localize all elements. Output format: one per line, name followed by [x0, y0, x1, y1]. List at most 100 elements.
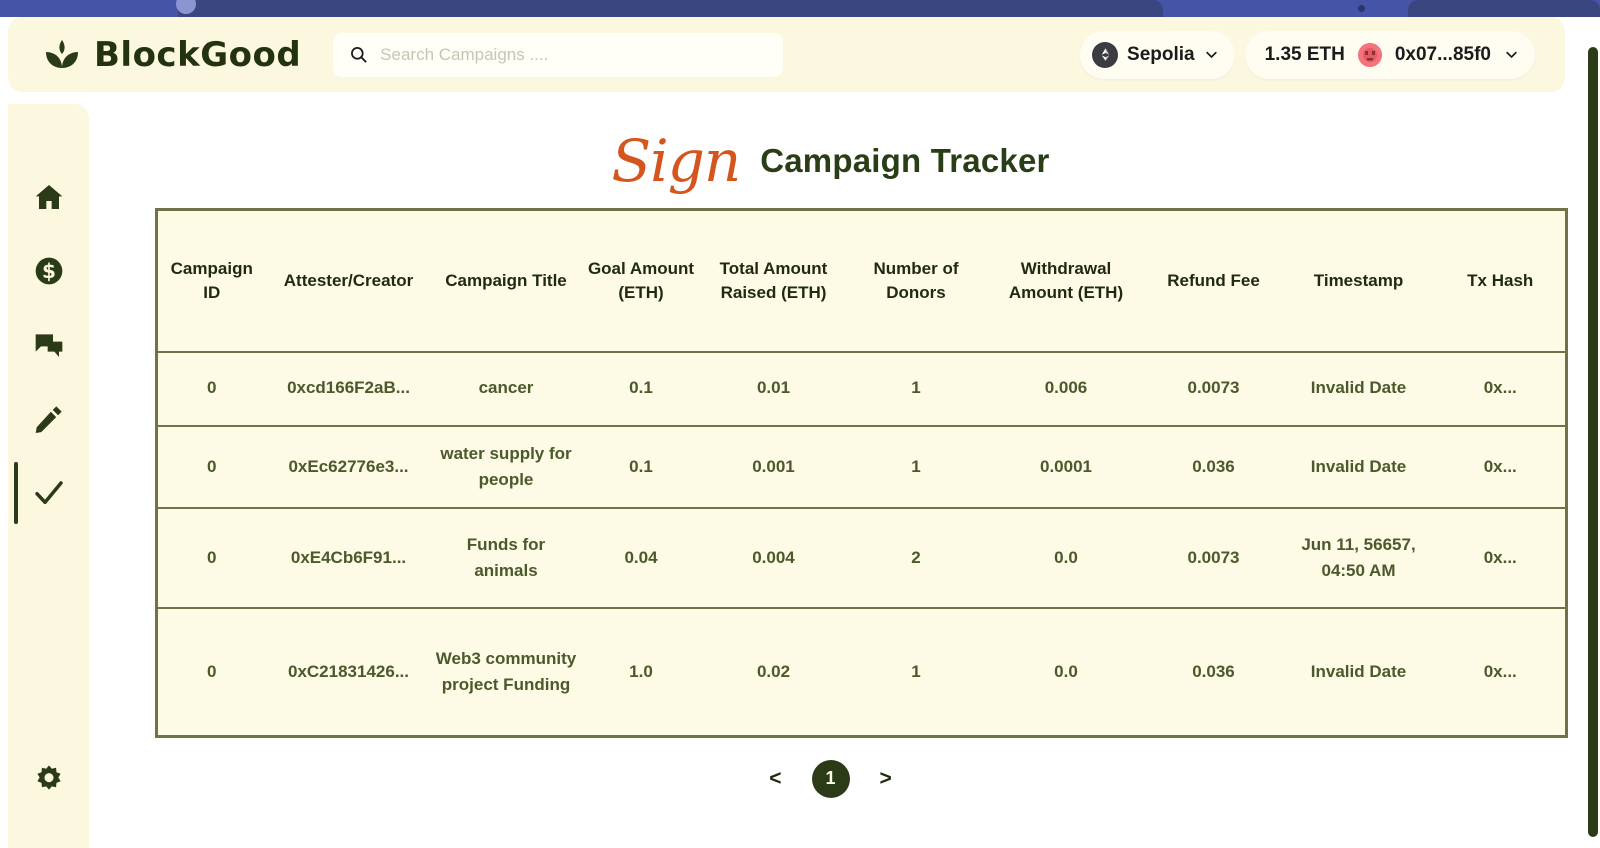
cell-donors: 1	[911, 661, 921, 681]
chevron-down-icon	[1506, 51, 1517, 58]
cell-withdrawal: 0.006	[986, 351, 1146, 427]
cell-tx-hash[interactable]: 0x...	[1436, 351, 1566, 427]
column-header-tx-hash[interactable]: Tx Hash	[1436, 209, 1566, 353]
dollar-circle-icon: $	[35, 257, 62, 285]
brand[interactable]: BlockGood	[42, 35, 301, 75]
column-header-donors[interactable]: Number of Donors	[846, 209, 986, 353]
wallet-info[interactable]: 1.35 ETH 0x07...85f0	[1244, 30, 1535, 79]
page-header: Sign Campaign Tracker	[89, 128, 1572, 194]
cell-campaign-id: 0	[156, 351, 266, 427]
table-row[interactable]: 0 0xC21831426... Web3 community project …	[156, 608, 1566, 736]
browser-tab-active[interactable]	[178, 0, 1163, 17]
network-selector[interactable]: Sepolia	[1080, 30, 1235, 79]
cell-timestamp: Invalid Date	[1310, 661, 1407, 681]
ethereum-icon	[1092, 41, 1119, 68]
cell-refund-fee: 0.036	[1146, 425, 1281, 510]
svg-text:$: $	[42, 259, 56, 283]
column-header-campaign-id[interactable]: Campaign ID	[156, 209, 266, 353]
cell-tx-hash[interactable]: 0x...	[1436, 425, 1566, 510]
sidebar-item-settings[interactable]	[8, 742, 89, 816]
app-header: BlockGood Sepolia	[8, 17, 1565, 92]
search-input[interactable]	[380, 44, 768, 65]
table-row[interactable]: 0 0xEc62776e3... water supply for people…	[156, 425, 1566, 510]
sidebar-item-verified[interactable]	[8, 456, 89, 530]
sidebar-item-create[interactable]	[8, 382, 89, 456]
cell-total-raised: 0.004	[701, 508, 846, 610]
cell-timestamp: Jun 11, 56657, 04:50 AM	[1281, 508, 1436, 610]
cell-total-raised: 0.01	[701, 351, 846, 427]
app-root: BlockGood Sepolia	[0, 0, 1600, 848]
cell-timestamp: Invalid Date	[1281, 425, 1436, 510]
main-content: Sign Campaign Tracker Campaign ID Attest…	[89, 104, 1572, 848]
pagination-next-button[interactable]: >	[872, 763, 900, 795]
cell-goal-amount: 0.04	[581, 508, 701, 610]
browser-chrome-dot	[1358, 5, 1365, 12]
cell-timestamp: Invalid Date	[1281, 351, 1436, 427]
table-row[interactable]: 0 0xcd166F2aB... cancer 0.1 0.01 1 0.006…	[156, 351, 1566, 427]
cell-attester: 0xC21831426...	[288, 661, 409, 681]
browser-chrome-bar	[0, 0, 1600, 17]
cell-withdrawal: 0.0	[1054, 661, 1078, 681]
column-header-campaign-title[interactable]: Campaign Title	[431, 209, 581, 353]
vertical-scrollbar-thumb[interactable]	[1588, 47, 1598, 837]
cell-campaign-title: water supply for people	[431, 425, 581, 510]
pagination-prev-button[interactable]: <	[761, 763, 789, 795]
campaign-tracker-table: Campaign ID Attester/Creator Campaign Ti…	[154, 208, 1568, 738]
cell-refund-fee: 0.0073	[1146, 508, 1281, 610]
sidebar-item-donations[interactable]: $	[8, 234, 89, 308]
cell-refund-fee: 0.036	[1192, 661, 1235, 681]
sprout-leaf-icon	[46, 39, 78, 68]
chevron-down-icon	[1205, 51, 1217, 58]
vertical-scrollbar-track[interactable]	[1586, 17, 1600, 848]
cell-refund-fee: 0.0073	[1146, 351, 1281, 427]
table-row[interactable]: 0 0xE4Cb6F91... Funds for animals 0.04 0…	[156, 508, 1566, 610]
cell-donors: 1	[846, 425, 986, 510]
cell-attester: 0xE4Cb6F91...	[266, 508, 431, 610]
column-header-withdrawal[interactable]: Withdrawal Amount (ETH)	[986, 209, 1146, 353]
cell-campaign-id: 0	[156, 508, 266, 610]
cell-tx-hash[interactable]: 0x...	[1436, 608, 1566, 736]
cell-total-raised: 0.02	[756, 661, 791, 681]
cell-attester: 0xEc62776e3...	[266, 425, 431, 510]
wallet-balance: 1.35 ETH	[1264, 43, 1345, 65]
cell-withdrawal: 0.0001	[986, 425, 1146, 510]
header-right-controls: Sepolia 1.35 ETH 0x07...85f0	[1080, 30, 1535, 79]
cell-donors: 2	[846, 508, 986, 610]
cell-campaign-title: Web3 community project Funding	[435, 648, 577, 694]
cell-campaign-id: 0	[156, 425, 266, 510]
column-header-timestamp[interactable]: Timestamp	[1281, 209, 1436, 353]
blockie-avatar-icon	[1357, 42, 1382, 67]
table-head: Campaign ID Attester/Creator Campaign Ti…	[156, 209, 1566, 353]
cell-donors: 1	[846, 351, 986, 427]
search-icon	[351, 47, 367, 63]
column-header-attester[interactable]: Attester/Creator	[266, 209, 431, 353]
column-header-goal-amount[interactable]: Goal Amount (ETH)	[581, 209, 701, 353]
table-header-row: Campaign ID Attester/Creator Campaign Ti…	[156, 209, 1566, 353]
check-icon	[34, 481, 63, 505]
cell-withdrawal: 0.0	[986, 508, 1146, 610]
search-box[interactable]	[333, 32, 784, 77]
pencil-icon	[35, 406, 62, 433]
network-label: Sepolia	[1127, 43, 1195, 65]
cell-campaign-id: 0	[207, 661, 217, 681]
cell-campaign-title: Funds for animals	[431, 508, 581, 610]
cell-goal-amount: 0.1	[581, 351, 701, 427]
table-body: 0 0xcd166F2aB... cancer 0.1 0.01 1 0.006…	[156, 351, 1566, 737]
pagination-page-1[interactable]: 1	[811, 759, 850, 798]
page-title: Campaign Tracker	[760, 142, 1050, 179]
cell-goal-amount: 0.1	[581, 425, 701, 510]
cell-attester: 0xcd166F2aB...	[266, 351, 431, 427]
column-header-total-raised[interactable]: Total Amount Raised (ETH)	[701, 209, 846, 353]
pagination: < 1 >	[89, 759, 1572, 798]
sidebar-item-messages[interactable]	[8, 308, 89, 382]
browser-tab-secondary[interactable]	[1408, 0, 1600, 17]
cell-tx-hash[interactable]: 0x...	[1436, 508, 1566, 610]
cell-campaign-title: cancer	[431, 351, 581, 427]
column-header-refund-fee[interactable]: Refund Fee	[1146, 209, 1281, 353]
home-icon	[35, 185, 62, 209]
cell-goal-amount: 1.0	[629, 661, 653, 681]
wallet-address: 0x07...85f0	[1394, 43, 1491, 65]
sidebar-item-home[interactable]	[8, 160, 89, 234]
cell-total-raised: 0.001	[701, 425, 846, 510]
gear-icon	[36, 765, 61, 790]
